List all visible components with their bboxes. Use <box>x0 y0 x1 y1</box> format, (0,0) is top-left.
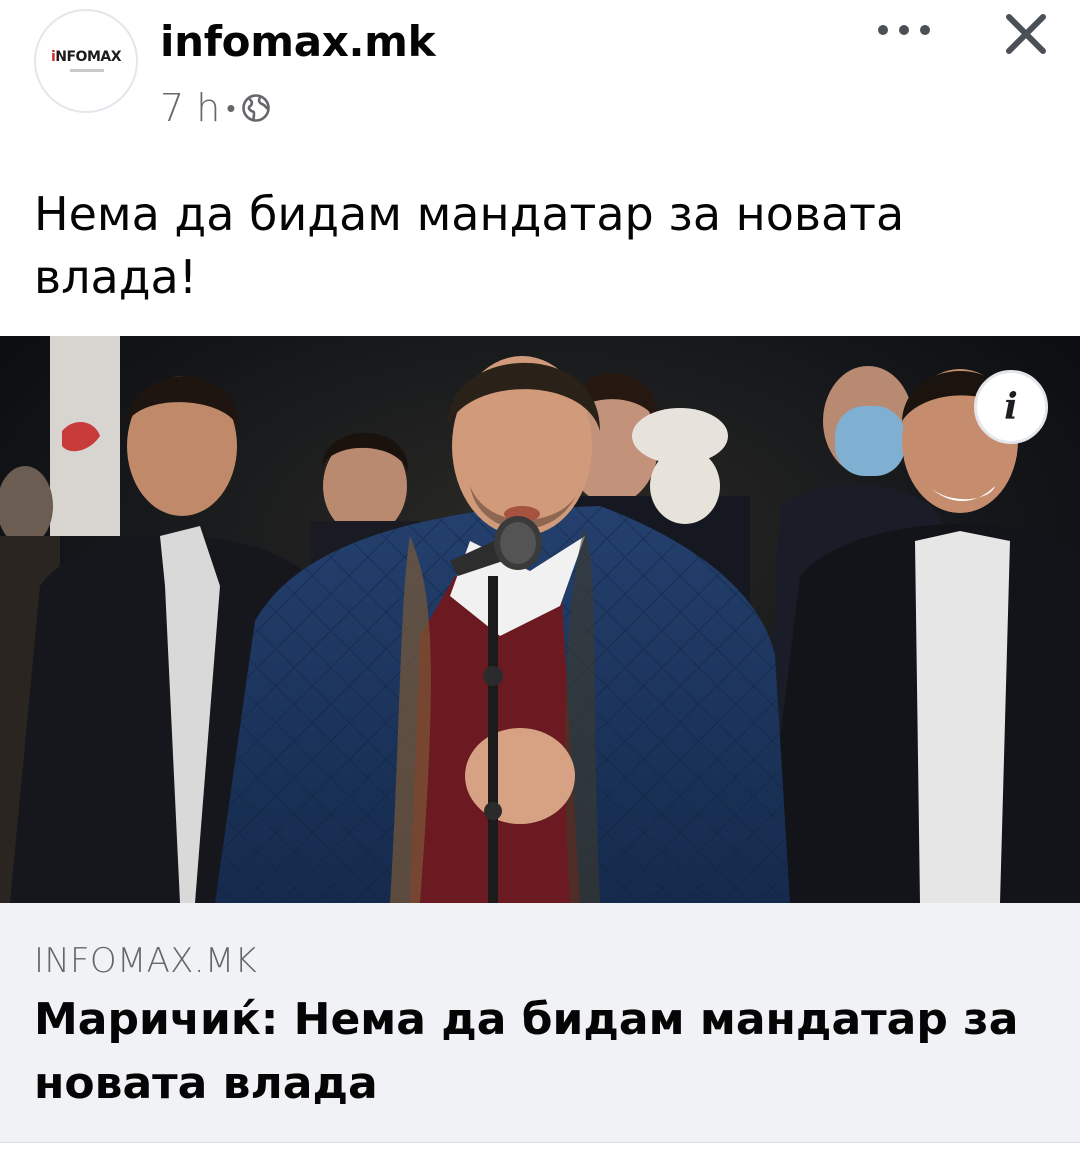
info-icon[interactable]: i <box>974 370 1048 444</box>
avatar-logo: iNFOMAX <box>36 49 136 65</box>
link-preview-card[interactable]: INFOMAX.MK Маричиќ: Нема да бидам мандат… <box>0 903 1080 1143</box>
globe-icon <box>242 94 271 122</box>
post-timestamp[interactable]: 7 h <box>160 86 220 130</box>
link-domain: INFOMAX.MK <box>34 941 258 981</box>
post-bottom-spacer <box>0 1143 1080 1157</box>
more-dot <box>920 25 930 35</box>
page-avatar[interactable]: iNFOMAX <box>34 9 138 113</box>
close-icon[interactable] <box>998 6 1054 62</box>
avatar-logo-tagline <box>70 69 104 72</box>
page-name-link[interactable]: infomax.mk <box>160 14 436 70</box>
link-title[interactable]: Маричиќ: Нема да бидам мандатар за новат… <box>34 988 1044 1116</box>
more-dot <box>878 25 888 35</box>
post-message: Нема да бидам мандатар за новата влада! <box>34 187 905 304</box>
link-preview-image[interactable] <box>0 336 1080 903</box>
avatar-logo-text: NFOMAX <box>55 49 122 65</box>
more-dot <box>899 25 909 35</box>
post-header: iNFOMAX infomax.mk 7 h • <box>0 0 1080 150</box>
post-meta: 7 h • <box>160 86 271 130</box>
news-photo <box>0 336 1080 903</box>
meta-separator: • <box>226 93 236 124</box>
more-options-icon[interactable] <box>878 12 930 48</box>
